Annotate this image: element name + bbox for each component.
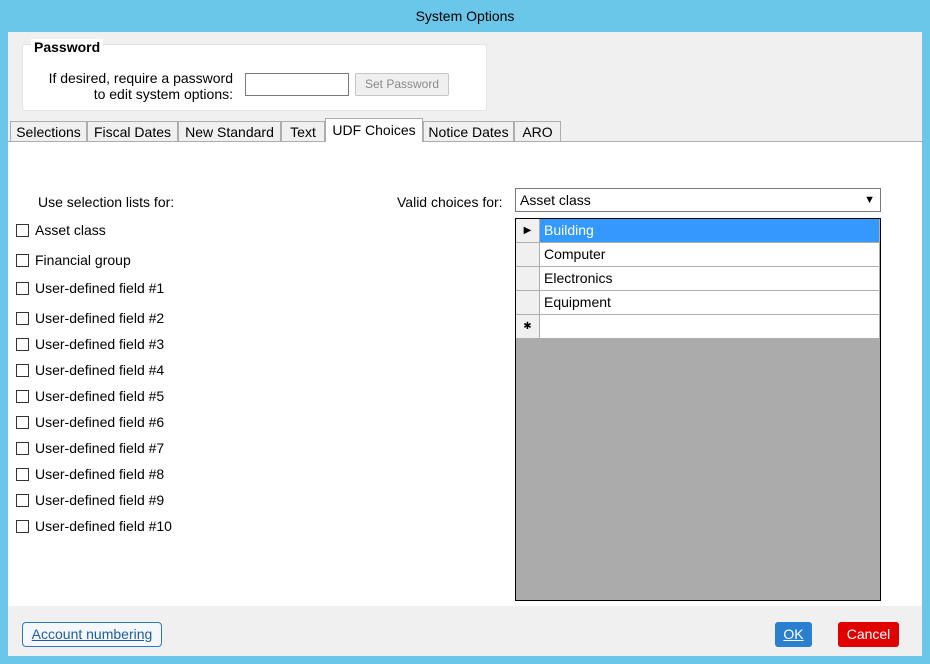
checkbox-box[interactable] <box>16 519 29 533</box>
cancel-button[interactable]: Cancel <box>838 622 899 647</box>
tab-selections[interactable]: Selections <box>10 121 87 142</box>
checkbox-label: User-defined field #5 <box>35 388 165 404</box>
new-row-asterisk-icon[interactable]: ✱ <box>516 315 540 339</box>
dialog-client-area: Password If desired, require a password … <box>8 32 922 656</box>
tab-aro[interactable]: ARO <box>514 121 561 142</box>
password-prompt-line1: If desired, require a password <box>48 70 233 86</box>
grid-new-row[interactable]: ✱ <box>516 315 880 339</box>
password-prompt: If desired, require a password to edit s… <box>33 70 233 102</box>
valid-choices-selected: Asset class <box>520 192 591 208</box>
checkbox-label: Financial group <box>35 252 131 268</box>
use-selection-lists-label: Use selection lists for: <box>38 194 175 210</box>
checkbox-label: User-defined field #6 <box>35 414 165 430</box>
checkbox-box[interactable] <box>16 441 29 455</box>
checkbox-box[interactable] <box>16 363 29 377</box>
grid-new-cell[interactable] <box>540 315 880 339</box>
grid-cell[interactable]: Computer <box>540 243 880 267</box>
grid-row[interactable]: Electronics <box>516 267 880 291</box>
valid-choices-label: Valid choices for: <box>397 194 503 210</box>
checkbox-udf-7[interactable]: User-defined field #7 <box>16 439 164 457</box>
checkbox-box[interactable] <box>16 389 29 403</box>
checkbox-udf-1[interactable]: User-defined field #1 <box>16 279 164 297</box>
tab-text[interactable]: Text <box>281 121 325 142</box>
udf-choices-panel: Use selection lists for: Asset class Fin… <box>8 141 922 606</box>
checkbox-udf-2[interactable]: User-defined field #2 <box>16 309 164 327</box>
row-header[interactable] <box>516 243 540 267</box>
checkbox-financial-group[interactable]: Financial group <box>16 251 131 269</box>
tab-udf-choices[interactable]: UDF Choices <box>325 118 423 142</box>
valid-choices-dropdown[interactable]: Asset class ▼ <box>515 188 881 212</box>
grid-cell[interactable]: Equipment <box>540 291 880 315</box>
grid-row[interactable]: Equipment <box>516 291 880 315</box>
tab-notice-dates[interactable]: Notice Dates <box>423 121 514 142</box>
checkbox-box[interactable] <box>16 281 29 295</box>
tab-new-standard[interactable]: New Standard <box>178 121 281 142</box>
checkbox-label: User-defined field #10 <box>35 518 172 534</box>
checkbox-box[interactable] <box>16 223 29 237</box>
grid-cell[interactable]: Building <box>540 219 880 243</box>
checkbox-udf-6[interactable]: User-defined field #6 <box>16 413 164 431</box>
checkbox-box[interactable] <box>16 337 29 351</box>
ok-button[interactable]: OK <box>775 622 812 647</box>
checkbox-box[interactable] <box>16 493 29 507</box>
checkbox-label: User-defined field #2 <box>35 310 165 326</box>
row-header[interactable] <box>516 291 540 315</box>
grid-row[interactable]: ▶ Building <box>516 219 880 243</box>
checkbox-box[interactable] <box>16 415 29 429</box>
checkbox-label: User-defined field #8 <box>35 466 165 482</box>
chevron-down-icon[interactable]: ▼ <box>864 189 875 211</box>
password-prompt-line2: to edit system options: <box>93 86 233 102</box>
grid-cell[interactable]: Electronics <box>540 267 880 291</box>
checkbox-label: User-defined field #3 <box>35 336 165 352</box>
window-title: System Options <box>415 8 515 24</box>
checkbox-asset-class[interactable]: Asset class <box>16 221 106 239</box>
dialog-footer: Account numbering OK Cancel <box>8 606 922 656</box>
window-title-bar[interactable]: System Options <box>0 0 930 32</box>
account-numbering-button[interactable]: Account numbering <box>22 622 162 647</box>
checkbox-udf-8[interactable]: User-defined field #8 <box>16 465 164 483</box>
checkbox-box[interactable] <box>16 467 29 481</box>
current-row-pointer-icon[interactable]: ▶ <box>516 219 540 243</box>
checkbox-label: Asset class <box>35 222 106 238</box>
checkbox-box[interactable] <box>16 253 29 267</box>
checkbox-box[interactable] <box>16 311 29 325</box>
set-password-button[interactable]: Set Password <box>355 73 449 96</box>
checkbox-udf-5[interactable]: User-defined field #5 <box>16 387 164 405</box>
password-input[interactable] <box>245 73 349 96</box>
checkbox-label: User-defined field #1 <box>35 280 165 296</box>
password-group-legend: Password <box>31 39 104 55</box>
password-group: Password If desired, require a password … <box>22 39 487 111</box>
checkbox-udf-3[interactable]: User-defined field #3 <box>16 335 164 353</box>
checkbox-udf-4[interactable]: User-defined field #4 <box>16 361 164 379</box>
choices-grid[interactable]: ▶ Building Computer Electronics Equipmen… <box>515 218 881 601</box>
options-tab-strip: Selections Fiscal Dates New Standard Tex… <box>10 118 610 142</box>
grid-row[interactable]: Computer <box>516 243 880 267</box>
checkbox-label: User-defined field #7 <box>35 440 165 456</box>
checkbox-udf-10[interactable]: User-defined field #10 <box>16 517 172 535</box>
checkbox-udf-9[interactable]: User-defined field #9 <box>16 491 164 509</box>
checkbox-label: User-defined field #9 <box>35 492 165 508</box>
tab-fiscal-dates[interactable]: Fiscal Dates <box>87 121 178 142</box>
checkbox-label: User-defined field #4 <box>35 362 165 378</box>
row-header[interactable] <box>516 267 540 291</box>
